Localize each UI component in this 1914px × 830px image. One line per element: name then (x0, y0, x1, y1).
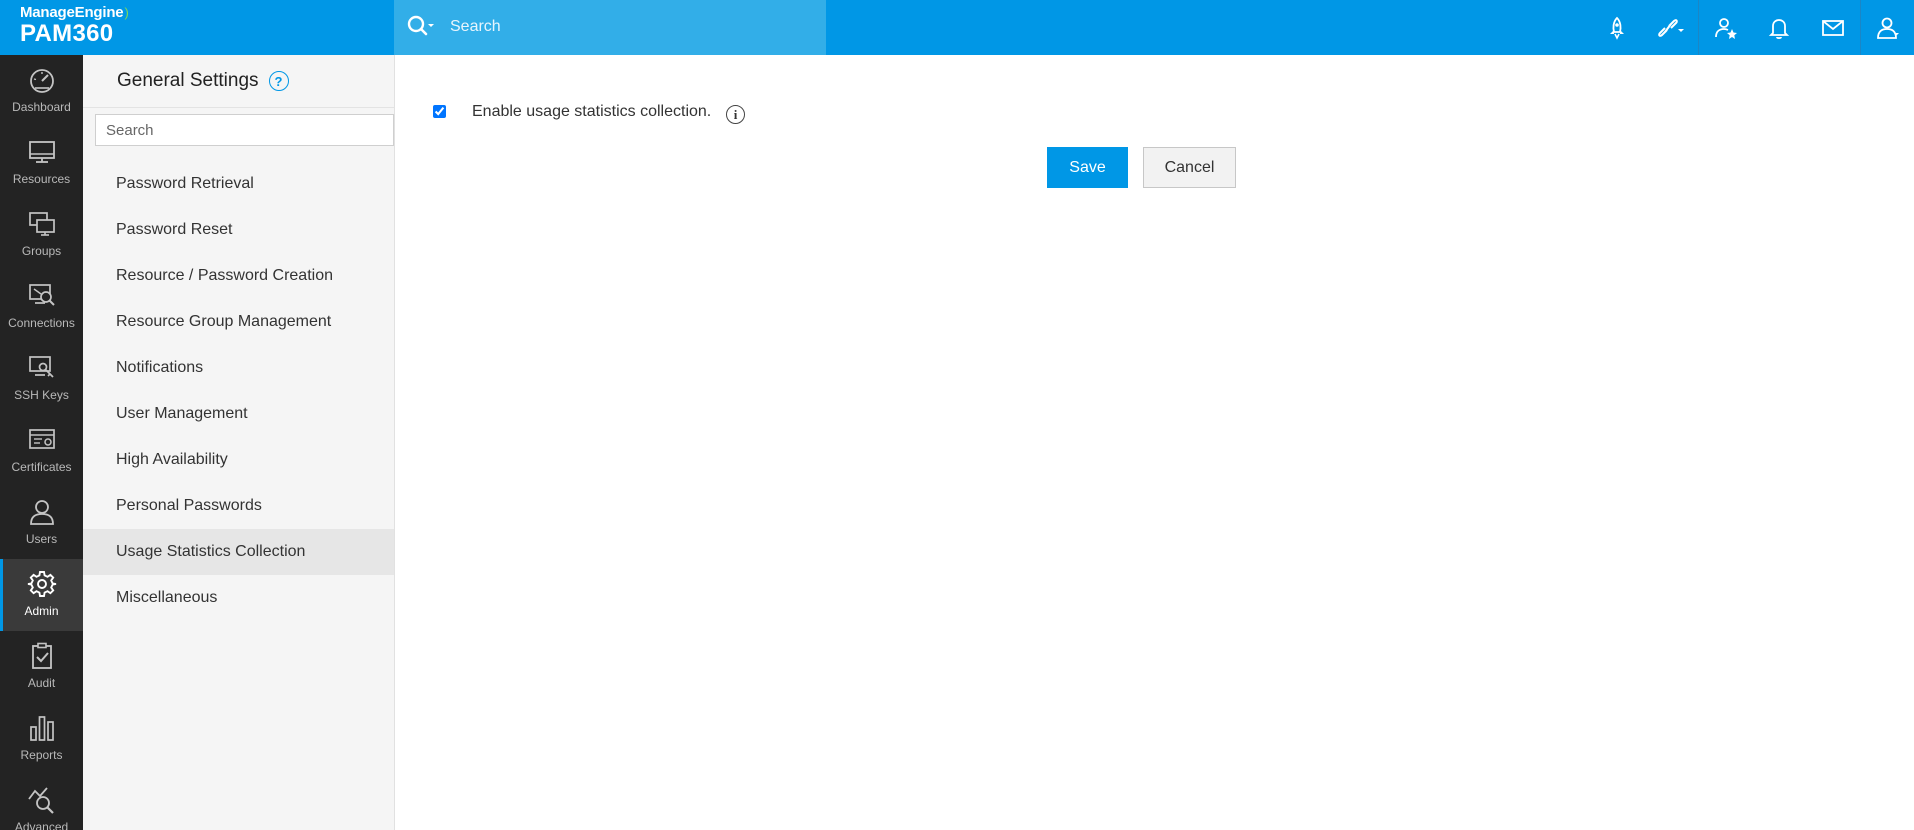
nav-label: Advanced (14, 820, 69, 830)
settings-item-usage-statistics-collection[interactable]: Usage Statistics Collection (83, 529, 394, 575)
enable-usage-statistics-checkbox[interactable] (433, 105, 446, 118)
nav-label: Reports (20, 748, 63, 762)
connection-icon (27, 281, 57, 311)
analytics-icon (27, 785, 57, 815)
nav-item-users[interactable]: Users (0, 487, 83, 559)
user-profile-icon[interactable] (1860, 0, 1914, 55)
main-nav: Dashboard Resources Groups Connections S… (0, 55, 83, 830)
user-star-icon[interactable] (1698, 0, 1752, 55)
top-bar: ManageEngine) PAM360 (0, 0, 1914, 55)
settings-item-personal-passwords[interactable]: Personal Passwords (83, 483, 394, 529)
gear-icon (27, 569, 57, 599)
nav-label: Audit (27, 676, 56, 690)
settings-panel: General Settings ? Password Retrieval Pa… (83, 55, 395, 830)
nav-label: Resources (12, 172, 71, 186)
global-search-input[interactable] (450, 12, 810, 42)
brand-logo[interactable]: ManageEngine) PAM360 (0, 0, 394, 55)
ssh-key-icon (27, 353, 57, 383)
group-monitors-icon (27, 209, 57, 239)
main-content: Enable usage statistics collection. i Sa… (395, 55, 1914, 830)
gauge-icon (27, 65, 57, 95)
nav-item-connections[interactable]: Connections (0, 271, 83, 343)
enable-usage-statistics-label[interactable]: Enable usage statistics collection. (472, 103, 711, 121)
product-name: PAM360 (20, 20, 114, 47)
settings-item-resource-password-creation[interactable]: Resource / Password Creation (83, 253, 394, 299)
nav-item-groups[interactable]: Groups (0, 199, 83, 271)
link-settings-icon[interactable] (1644, 0, 1698, 55)
monitor-icon (27, 137, 57, 167)
nav-label: Groups (21, 244, 62, 258)
vendor-name: ManageEngine) (20, 4, 129, 21)
page-title: General Settings (117, 70, 259, 91)
nav-item-reports[interactable]: Reports (0, 703, 83, 775)
nav-label: Connections (8, 316, 75, 330)
nav-label: Dashboard (12, 100, 71, 114)
nav-item-dashboard[interactable]: Dashboard (0, 55, 83, 127)
global-search (394, 0, 826, 55)
clipboard-check-icon (27, 641, 57, 671)
settings-menu: Password Retrieval Password Reset Resour… (83, 161, 394, 621)
nav-item-certificates[interactable]: Certificates (0, 415, 83, 487)
nav-label: Certificates (11, 460, 72, 474)
search-icon[interactable] (406, 14, 436, 40)
help-icon[interactable]: ? (268, 71, 289, 91)
nav-item-admin[interactable]: Admin (0, 559, 83, 631)
mail-icon[interactable] (1806, 0, 1860, 55)
nav-item-resources[interactable]: Resources (0, 127, 83, 199)
user-icon (27, 497, 57, 527)
settings-item-notifications[interactable]: Notifications (83, 345, 394, 391)
info-icon[interactable]: i (726, 105, 745, 124)
settings-item-password-reset[interactable]: Password Reset (83, 207, 394, 253)
settings-item-resource-group-management[interactable]: Resource Group Management (83, 299, 394, 345)
settings-item-user-management[interactable]: User Management (83, 391, 394, 437)
settings-search-input[interactable] (95, 114, 394, 146)
nav-item-advanced[interactable]: Advanced (0, 775, 83, 830)
bar-chart-icon (27, 713, 57, 743)
nav-label: Admin (24, 604, 59, 618)
save-button[interactable]: Save (1047, 147, 1128, 188)
nav-label: SSH Keys (14, 388, 69, 402)
settings-item-password-retrieval[interactable]: Password Retrieval (83, 161, 394, 207)
settings-header: General Settings ? (83, 55, 394, 108)
nav-item-audit[interactable]: Audit (0, 631, 83, 703)
certificate-icon (27, 425, 57, 455)
rocket-icon[interactable] (1590, 0, 1644, 55)
cancel-button[interactable]: Cancel (1143, 147, 1236, 188)
settings-item-miscellaneous[interactable]: Miscellaneous (83, 575, 394, 621)
bell-icon[interactable] (1752, 0, 1806, 55)
nav-label: Users (25, 532, 58, 546)
nav-item-ssh-keys[interactable]: SSH Keys (0, 343, 83, 415)
header-icons (1590, 0, 1914, 55)
settings-item-high-availability[interactable]: High Availability (83, 437, 394, 483)
